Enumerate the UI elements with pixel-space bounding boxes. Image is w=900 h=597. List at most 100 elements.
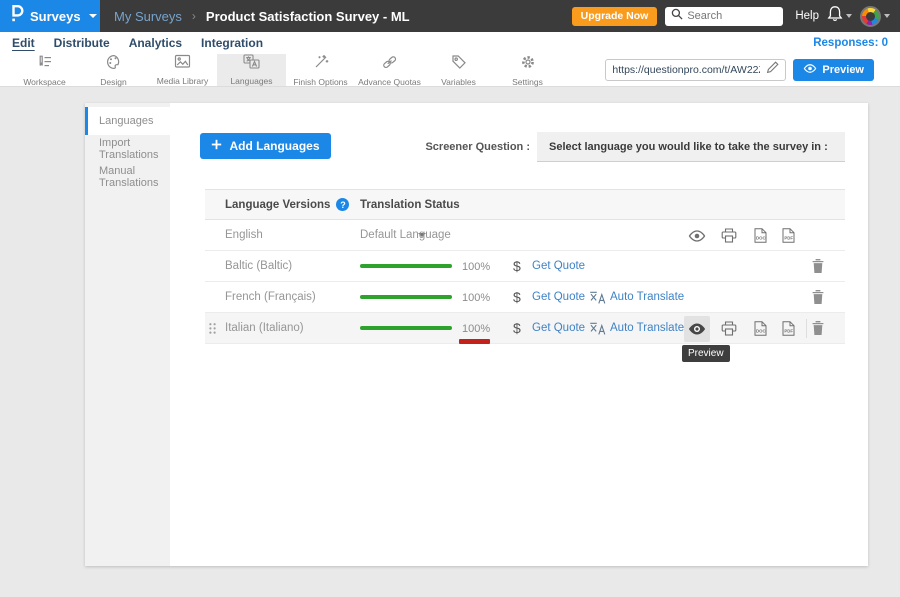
magic-wand-icon — [313, 54, 329, 75]
gear-icon — [520, 54, 536, 75]
toolbar-item-settings[interactable]: Settings — [493, 54, 562, 86]
edit-toolbar: Workspace Design Media Library Languages… — [0, 54, 900, 87]
preview-button[interactable]: Preview — [793, 59, 874, 81]
eye-icon — [803, 64, 817, 76]
sidebar-item-label: Languages — [99, 115, 153, 127]
languages-sidebar: Languages Import Translations Manual Tra… — [85, 103, 170, 566]
survey-url-field[interactable]: https://questionpro.com/t/AW22Zd1S1 — [605, 59, 786, 81]
languages-main: Add Languages Screener Question : Select… — [170, 103, 868, 566]
language-name: French (Français) — [225, 291, 316, 303]
export-doc-icon[interactable]: DOC — [754, 228, 767, 246]
toolbar-item-label: Workspace — [23, 77, 65, 87]
add-languages-button[interactable]: Add Languages — [200, 133, 331, 159]
language-versions-table: Language Versions ? Translation Status E… — [205, 189, 845, 344]
avatar — [860, 6, 881, 27]
toolbar-item-languages[interactable]: Languages — [217, 54, 286, 86]
table-row-french: French (Français) 100% $ Get Quote Auto … — [205, 282, 845, 313]
translation-progress-percent: 100% — [462, 261, 490, 273]
sidebar-item-manual-translations[interactable]: Manual Translations — [85, 163, 170, 191]
toolbar-item-workspace[interactable]: Workspace — [10, 54, 79, 86]
responses-count[interactable]: Responses: 0 — [813, 37, 888, 49]
chevron-down-icon — [89, 14, 97, 18]
notifications-menu[interactable] — [827, 5, 852, 27]
account-menu[interactable] — [860, 6, 890, 27]
help-link[interactable]: Help — [795, 10, 819, 22]
plus-icon — [211, 139, 222, 153]
screener-question-select[interactable]: Select language you would like to take t… — [537, 132, 845, 162]
breadcrumb-separator: › — [192, 9, 196, 23]
drag-handle-icon[interactable] — [208, 322, 217, 338]
column-header-translation-status: Translation Status — [360, 199, 460, 211]
export-doc-icon[interactable]: DOC — [754, 321, 767, 339]
sidebar-item-import-translations[interactable]: Import Translations — [85, 135, 170, 163]
palette-icon — [106, 54, 122, 75]
workspace-icon — [37, 54, 53, 75]
translation-progress-bar — [360, 326, 452, 330]
print-icon[interactable] — [721, 228, 737, 246]
dollar-icon: $ — [513, 258, 521, 274]
sidebar-item-label: Import Translations — [99, 137, 170, 161]
tab-integration[interactable]: Integration — [201, 36, 263, 50]
preview-eye-icon[interactable] — [688, 230, 706, 245]
search-input[interactable] — [687, 10, 777, 22]
toolbar-item-design[interactable]: Design — [79, 54, 148, 86]
svg-text:PDF: PDF — [784, 328, 793, 333]
image-icon — [174, 54, 191, 74]
language-name: Baltic (Baltic) — [225, 260, 292, 272]
search-box[interactable] — [665, 7, 783, 26]
column-header-label: Language Versions — [225, 199, 330, 211]
toolbar-item-label: Languages — [230, 76, 272, 86]
table-row-english: English Default Language DOC PDF — [205, 220, 845, 251]
product-switcher[interactable]: Surveys — [0, 0, 100, 32]
toolbar-item-label: Settings — [512, 77, 543, 87]
dollar-icon: $ — [513, 289, 521, 305]
tag-icon — [451, 54, 467, 75]
sidebar-item-languages[interactable]: Languages — [85, 107, 170, 135]
column-header-language-versions: Language Versions ? — [225, 198, 349, 211]
survey-url: https://questionpro.com/t/AW22Zd1S1 — [612, 64, 760, 76]
top-navigation-bar: Surveys My Surveys › Product Satisfactio… — [0, 0, 900, 32]
toolbar-item-advance-quotas[interactable]: Advance Quotas — [355, 54, 424, 86]
survey-nav-tabs: Edit Distribute Analytics Integration Re… — [0, 32, 900, 54]
auto-translate-link[interactable]: Auto Translate — [610, 322, 684, 334]
translation-progress-percent: 100% — [462, 323, 490, 335]
tab-distribute[interactable]: Distribute — [54, 36, 110, 50]
product-name: Surveys — [30, 9, 81, 24]
table-row-baltic: Baltic (Baltic) 100% $ Get Quote — [205, 251, 845, 282]
delete-trash-icon[interactable] — [812, 290, 824, 307]
upgrade-now-button[interactable]: Upgrade Now — [572, 7, 658, 26]
language-name: Italian (Italiano) — [225, 322, 304, 334]
sidebar-item-label: Manual Translations — [99, 165, 170, 189]
print-icon[interactable] — [721, 321, 737, 339]
language-name: English — [225, 229, 263, 241]
toolbar-item-label: Variables — [441, 77, 476, 87]
get-quote-link[interactable]: Get Quote — [532, 322, 585, 334]
get-quote-link[interactable]: Get Quote — [532, 291, 585, 303]
translation-progress-percent: 100% — [462, 292, 490, 304]
toolbar-item-media-library[interactable]: Media Library — [148, 54, 217, 86]
auto-translate-icon — [589, 291, 606, 307]
toolbar-item-finish-options[interactable]: Finish Options — [286, 54, 355, 86]
export-pdf-icon[interactable]: PDF — [782, 321, 795, 339]
tab-edit[interactable]: Edit — [12, 36, 35, 50]
toolbar-item-label: Design — [100, 77, 126, 87]
svg-text:DOC: DOC — [756, 328, 766, 333]
svg-text:PDF: PDF — [784, 235, 793, 240]
get-quote-link[interactable]: Get Quote — [532, 260, 585, 272]
toolbar-item-variables[interactable]: Variables — [424, 54, 493, 86]
delete-trash-icon[interactable] — [812, 321, 824, 338]
translation-progress-bar — [360, 264, 452, 268]
edit-url-pencil-icon[interactable] — [766, 61, 779, 79]
auto-translate-link[interactable]: Auto Translate — [610, 291, 684, 303]
search-icon — [671, 7, 683, 25]
help-question-icon[interactable]: ? — [336, 198, 349, 211]
add-languages-label: Add Languages — [229, 139, 319, 153]
questionpro-logo-icon — [9, 4, 24, 28]
breadcrumb-my-surveys[interactable]: My Surveys — [114, 9, 182, 24]
tab-analytics[interactable]: Analytics — [129, 36, 182, 50]
preview-eye-icon-hovered[interactable] — [688, 323, 706, 338]
topbar-right-group: Upgrade Now Help — [572, 0, 890, 32]
screener-question-label: Screener Question : — [410, 141, 530, 153]
export-pdf-icon[interactable]: PDF — [782, 228, 795, 246]
delete-trash-icon[interactable] — [812, 259, 824, 276]
